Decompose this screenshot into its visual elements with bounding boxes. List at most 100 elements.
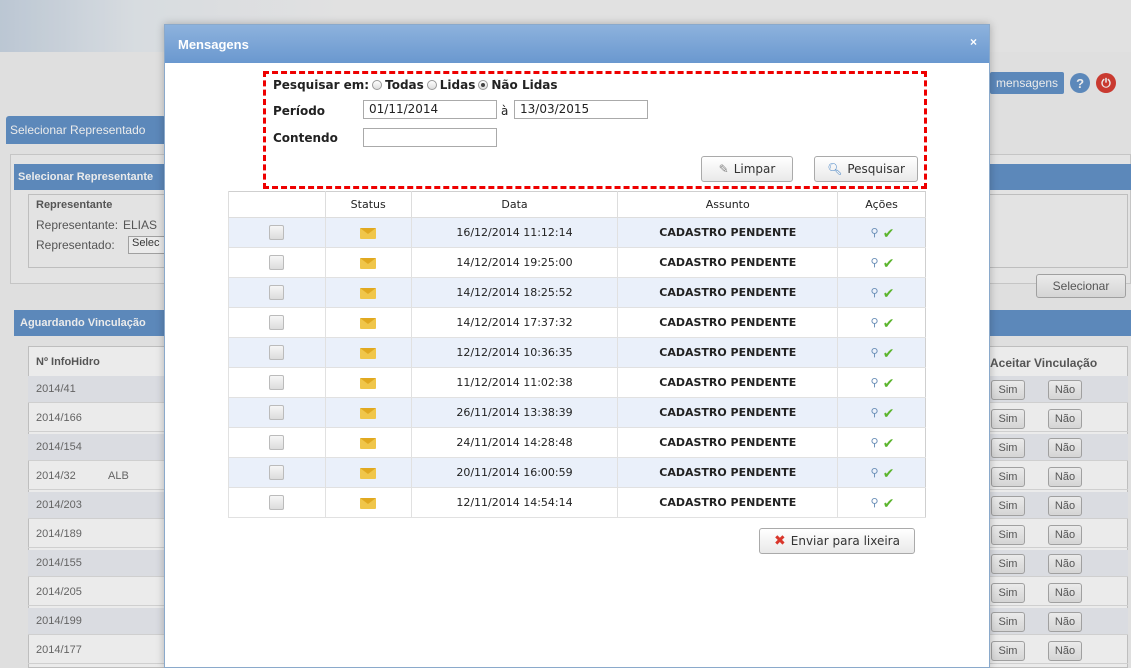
message-subject: CADASTRO PENDENTE	[617, 427, 838, 458]
radio-lidas-label: Lidas	[439, 78, 476, 92]
dialog-titlebar[interactable]: Mensagens ×	[165, 25, 989, 63]
message-row[interactable]: 16/12/2014 11:12:14 CADASTRO PENDENTE ⚲ ✔	[228, 217, 926, 248]
message-row[interactable]: 26/11/2014 13:38:39 CADASTRO PENDENTE ⚲ ✔	[228, 397, 926, 428]
select-cell	[228, 397, 326, 428]
message-date: 26/11/2014 13:38:39	[410, 397, 618, 428]
message-checkbox[interactable]	[269, 465, 285, 480]
search-button[interactable]: 🔍︎ Pesquisar	[814, 156, 918, 182]
status-cell	[324, 247, 412, 278]
red-x-icon: ✖	[774, 533, 786, 549]
message-row[interactable]: 14/12/2014 19:25:00 CADASTRO PENDENTE ⚲ ✔	[228, 247, 926, 278]
message-subject: CADASTRO PENDENTE	[617, 217, 838, 248]
messages-table: Status Data Assunto Ações 16/12/2014 11:…	[228, 191, 926, 518]
check-icon[interactable]: ✔	[882, 226, 896, 242]
send-to-trash-button[interactable]: ✖ Enviar para lixeira	[759, 528, 915, 554]
message-checkbox[interactable]	[269, 435, 285, 450]
messages-table-body: 16/12/2014 11:12:14 CADASTRO PENDENTE ⚲ ✔ 14…	[228, 217, 926, 518]
magnifier-icon[interactable]: ⚲	[868, 466, 882, 480]
magnifier-icon[interactable]: ⚲	[868, 436, 882, 450]
message-date: 11/12/2014 11:02:38	[410, 367, 618, 398]
message-subject: CADASTRO PENDENTE	[617, 397, 838, 428]
status-cell	[324, 337, 412, 368]
magnifier-icon[interactable]: ⚲	[868, 256, 882, 270]
date-from-input[interactable]: 01/11/2014	[363, 100, 497, 119]
status-cell	[324, 217, 412, 248]
message-row[interactable]: 12/11/2014 14:54:14 CADASTRO PENDENTE ⚲ ✔	[228, 487, 926, 518]
actions-cell: ⚲ ✔	[837, 217, 926, 248]
message-checkbox[interactable]	[269, 375, 285, 390]
check-icon[interactable]: ✔	[882, 346, 896, 362]
status-cell	[324, 427, 412, 458]
magnifier-icon[interactable]: ⚲	[868, 496, 882, 510]
radio-todas[interactable]	[372, 80, 383, 90]
status-cell	[324, 307, 412, 338]
magnifier-icon[interactable]: ⚲	[868, 406, 882, 420]
message-subject: CADASTRO PENDENTE	[617, 337, 838, 368]
message-row[interactable]: 11/12/2014 11:02:38 CADASTRO PENDENTE ⚲ ✔	[228, 367, 926, 398]
actions-cell: ⚲ ✔	[837, 307, 926, 338]
check-icon[interactable]: ✔	[882, 316, 896, 332]
search-button-label: Pesquisar	[847, 162, 905, 176]
check-icon[interactable]: ✔	[882, 466, 896, 482]
status-cell	[324, 277, 412, 308]
radio-lidas[interactable]	[426, 80, 437, 90]
actions-cell: ⚲ ✔	[837, 397, 926, 428]
message-checkbox[interactable]	[269, 345, 285, 360]
close-icon[interactable]: ×	[970, 35, 977, 49]
clear-button[interactable]: ✎ Limpar	[701, 156, 793, 182]
message-row[interactable]: 14/12/2014 18:25:52 CADASTRO PENDENTE ⚲ ✔	[228, 277, 926, 308]
clear-button-label: Limpar	[733, 162, 776, 176]
envelope-icon	[360, 437, 377, 449]
select-cell	[228, 217, 326, 248]
envelope-icon	[360, 347, 377, 359]
magnifier-icon[interactable]: ⚲	[868, 376, 882, 390]
message-subject: CADASTRO PENDENTE	[617, 277, 838, 308]
message-row[interactable]: 20/11/2014 16:00:59 CADASTRO PENDENTE ⚲ ✔	[228, 457, 926, 488]
message-checkbox[interactable]	[269, 495, 285, 510]
check-icon[interactable]: ✔	[882, 406, 896, 422]
message-row[interactable]: 12/12/2014 10:36:35 CADASTRO PENDENTE ⚲ ✔	[228, 337, 926, 368]
envelope-icon	[360, 407, 377, 419]
col-date-header: Data	[410, 191, 618, 218]
actions-cell: ⚲ ✔	[837, 457, 926, 488]
magnifier-icon[interactable]: ⚲	[868, 316, 882, 330]
check-icon[interactable]: ✔	[882, 256, 896, 272]
message-checkbox[interactable]	[269, 285, 285, 300]
select-cell	[228, 367, 326, 398]
message-checkbox[interactable]	[269, 315, 285, 330]
check-icon[interactable]: ✔	[882, 496, 896, 512]
message-checkbox[interactable]	[269, 225, 285, 240]
status-cell	[324, 367, 412, 398]
message-row[interactable]: 24/11/2014 14:28:48 CADASTRO PENDENTE ⚲ ✔	[228, 427, 926, 458]
envelope-icon	[360, 257, 377, 269]
message-checkbox[interactable]	[269, 405, 285, 420]
magnifier-icon[interactable]: ⚲	[868, 286, 882, 300]
message-row[interactable]: 14/12/2014 17:37:32 CADASTRO PENDENTE ⚲ ✔	[228, 307, 926, 338]
col-actions-header: Ações	[837, 191, 926, 218]
message-date: 16/12/2014 11:12:14	[410, 217, 618, 248]
col-select-header	[228, 191, 326, 218]
actions-cell: ⚲ ✔	[837, 277, 926, 308]
containing-label: Contendo	[273, 131, 338, 145]
check-icon[interactable]: ✔	[882, 436, 896, 452]
status-cell	[324, 487, 412, 518]
message-checkbox[interactable]	[269, 255, 285, 270]
search-in-row: Pesquisar em: Todas Lidas Não Lidas	[273, 78, 558, 92]
check-icon[interactable]: ✔	[882, 286, 896, 302]
status-cell	[324, 457, 412, 488]
radio-todas-label: Todas	[385, 78, 424, 92]
radio-nao-lidas[interactable]	[478, 80, 489, 90]
date-to-input[interactable]: 13/03/2015	[514, 100, 648, 119]
check-icon[interactable]: ✔	[882, 376, 896, 392]
select-cell	[228, 307, 326, 338]
message-subject: CADASTRO PENDENTE	[617, 457, 838, 488]
magnifier-icon[interactable]: ⚲	[868, 346, 882, 360]
message-date: 12/12/2014 10:36:35	[410, 337, 618, 368]
containing-input[interactable]	[363, 128, 497, 147]
send-to-trash-label: Enviar para lixeira	[790, 534, 900, 548]
envelope-icon	[360, 227, 377, 239]
message-subject: CADASTRO PENDENTE	[617, 307, 838, 338]
magnifier-icon[interactable]: ⚲	[868, 226, 882, 240]
envelope-icon	[360, 317, 377, 329]
message-date: 24/11/2014 14:28:48	[410, 427, 618, 458]
